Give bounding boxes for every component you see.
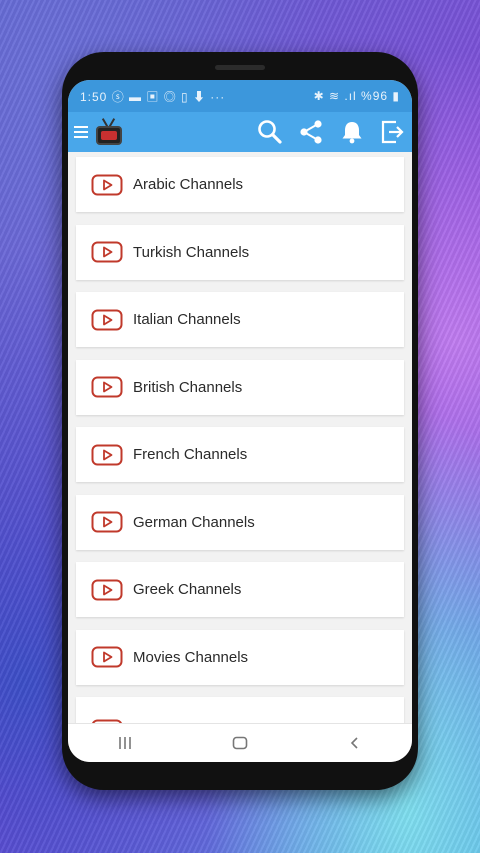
share-icon[interactable] xyxy=(298,119,324,145)
category-item-greek[interactable]: Greek Channels xyxy=(76,562,404,617)
category-item-arabic[interactable]: Arabic Channels xyxy=(76,157,404,212)
category-item-german[interactable]: German Channels xyxy=(76,494,404,550)
recent-apps-button[interactable] xyxy=(105,731,145,755)
play-button-icon xyxy=(91,444,123,465)
recent-apps-icon xyxy=(119,737,132,749)
phone-frame: 1:50 ⓢ ▬ ▣ ◎ ▯ ⬇ ··· ✱ ≋ .ıl %96 ▮ Arabi… xyxy=(62,52,418,790)
category-label: French Channels xyxy=(133,446,248,463)
exit-icon[interactable] xyxy=(380,119,406,145)
home-button[interactable] xyxy=(220,731,260,755)
home-icon xyxy=(232,736,248,750)
menu-icon[interactable] xyxy=(74,126,88,138)
phone-speaker xyxy=(215,65,265,70)
category-label: British Channels xyxy=(133,378,243,396)
category-item-french[interactable]: French Channels xyxy=(76,427,404,482)
category-item-italian[interactable]: Italian Channels xyxy=(76,292,404,347)
category-label: Turkish Channels xyxy=(133,243,250,261)
play-button-icon xyxy=(91,511,123,533)
status-bar: 1:50 ⓢ ▬ ▣ ◎ ▯ ⬇ ··· ✱ ≋ .ıl %96 ▮ xyxy=(68,80,412,112)
system-navigation-bar xyxy=(68,723,412,762)
status-time: 1:50 xyxy=(80,89,108,104)
category-label: Movies Channels xyxy=(133,648,249,666)
play-button-icon xyxy=(91,174,123,195)
category-item-movies[interactable]: Movies Channels xyxy=(76,629,404,685)
back-icon xyxy=(350,737,358,749)
app-toolbar xyxy=(68,112,412,152)
app-logo xyxy=(94,117,124,147)
category-label: German Channels xyxy=(133,513,255,531)
category-item-british[interactable]: British Channels xyxy=(76,359,404,415)
status-notification-icons: ⓢ ▬ ▣ ◎ ▯ ⬇ ··· xyxy=(111,89,226,104)
category-label: Greek Channels xyxy=(133,581,242,598)
category-label: Arabic Channels xyxy=(133,176,244,193)
play-button-icon xyxy=(91,309,123,330)
back-button[interactable] xyxy=(335,731,375,755)
search-icon[interactable] xyxy=(257,119,283,145)
play-button-icon xyxy=(91,376,123,398)
category-label: Italian Channels xyxy=(133,311,241,328)
phone-screen: 1:50 ⓢ ▬ ▣ ◎ ▯ ⬇ ··· ✱ ≋ .ıl %96 ▮ Arabi… xyxy=(68,80,412,762)
channel-category-list: Arabic Channels Turkish Channels Italian… xyxy=(68,152,412,727)
status-left: 1:50 ⓢ ▬ ▣ ◎ ▯ ⬇ ··· xyxy=(80,88,314,105)
status-right: ✱ ≋ .ıl %96 ▮ xyxy=(313,89,400,103)
play-button-icon xyxy=(91,646,123,668)
play-button-icon xyxy=(91,241,123,263)
play-button-icon xyxy=(91,579,123,600)
bell-icon[interactable] xyxy=(339,119,365,145)
category-item-turkish[interactable]: Turkish Channels xyxy=(76,224,404,280)
